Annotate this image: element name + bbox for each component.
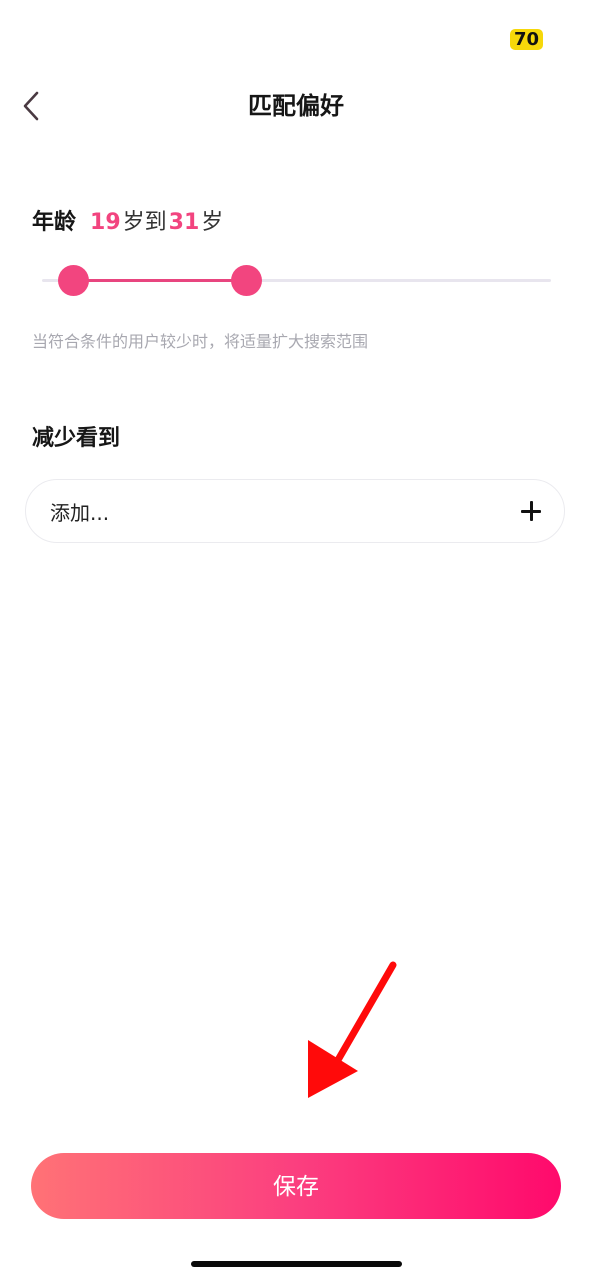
slider-max-thumb[interactable] <box>230 265 262 296</box>
slider-selected-range <box>72 279 246 282</box>
save-button[interactable]: 保存 <box>31 1153 561 1219</box>
plus-icon <box>520 500 542 522</box>
age-max-unit: 岁 <box>201 210 224 235</box>
search-range-hint: 当符合条件的用户较少时，将适量扩大搜索范围 <box>32 332 369 351</box>
age-range-summary: 年龄 19 岁到 31 岁 <box>32 204 225 244</box>
page-title: 匹配偏好 <box>248 92 344 120</box>
slider-min-thumb[interactable] <box>57 265 89 296</box>
age-min-value: 19 <box>90 210 121 235</box>
age-range-slider[interactable] <box>42 262 551 300</box>
battery-level: 70 <box>514 29 540 50</box>
reduce-section-title: 减少看到 <box>32 426 121 451</box>
add-reduce-item-button[interactable]: 添加... <box>25 479 565 543</box>
match-preferences-screen: 70 匹配偏好 年龄 19 岁到 31 岁 当符合条件的用户较少时，将适量扩大搜… <box>0 0 592 1280</box>
age-max-value: 31 <box>168 210 200 235</box>
red-arrow-icon <box>308 961 397 1098</box>
add-label: 添加... <box>50 500 110 525</box>
age-min-unit: 岁到 <box>122 210 167 235</box>
home-indicator <box>191 1261 402 1267</box>
age-label: 年龄 <box>32 210 77 235</box>
battery-indicator: 70 <box>510 29 544 50</box>
